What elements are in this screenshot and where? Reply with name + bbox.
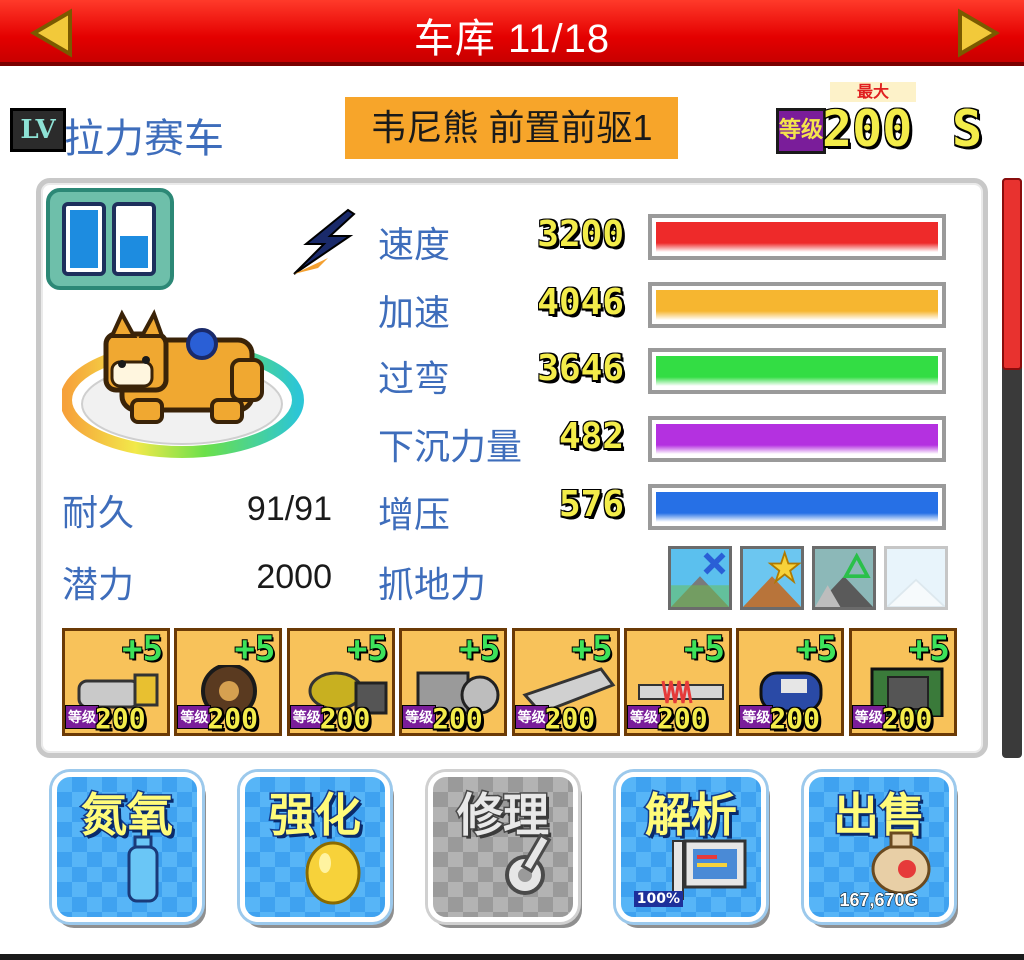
stat-label: 加速 xyxy=(378,292,451,333)
part-plus-label: +5 xyxy=(683,629,726,670)
part-plus-label: +5 xyxy=(795,629,838,670)
potential-label: 潜力 xyxy=(62,564,135,605)
part-level-tag: 等级 xyxy=(65,705,99,729)
durability-value: 91/91 xyxy=(246,490,332,528)
part-level-tag: 等级 xyxy=(851,705,886,729)
part-plus-label: +5 xyxy=(908,629,951,670)
header-bar: 车库 11/18 xyxy=(0,0,1024,66)
fuel-cell-fill xyxy=(70,210,98,268)
stat-bar xyxy=(648,282,946,328)
part-slot[interactable]: +5 等级 200 xyxy=(848,628,957,736)
golden-egg-icon xyxy=(305,841,361,905)
part-slot[interactable]: +5 等级 200 xyxy=(624,628,732,736)
upgrade-button[interactable]: 强化 xyxy=(240,772,390,922)
part-level-value: 200 xyxy=(656,701,709,735)
stat-bar-fill xyxy=(656,356,938,386)
part-plus-label: +5 xyxy=(346,629,389,670)
part-slot[interactable]: +5 等级 200 xyxy=(399,628,508,736)
bottom-divider xyxy=(0,954,1024,960)
part-slot[interactable]: +5 等级 200 xyxy=(286,628,395,736)
scrollbar-thumb[interactable] xyxy=(1002,178,1022,370)
road-no-icon xyxy=(668,546,732,610)
stat-bar-fill xyxy=(656,492,938,522)
stat-label: 速度 xyxy=(378,224,451,265)
stat-bar xyxy=(648,348,946,394)
stat-bar xyxy=(648,214,946,260)
part-level-value: 200 xyxy=(94,701,147,735)
stat-bar xyxy=(648,484,946,530)
car-type-label: 拉力赛车 xyxy=(64,117,224,161)
stat-value: 482 xyxy=(558,415,625,458)
nitro-button[interactable]: 氮氧 xyxy=(52,772,202,922)
part-plus-label: +5 xyxy=(233,629,276,670)
dirt-star-icon xyxy=(740,546,804,610)
part-level-value: 200 xyxy=(881,701,934,735)
car-level-value: 200 xyxy=(821,99,913,159)
money-bag-icon xyxy=(871,831,931,895)
part-slot[interactable]: +5 等级 200 xyxy=(511,628,620,736)
stat-value: 576 xyxy=(558,483,625,526)
level-tag: 等级 xyxy=(776,108,826,154)
stat-value: 4046 xyxy=(536,281,625,324)
part-slot[interactable]: +5 等级 200 xyxy=(62,628,170,736)
part-plus-label: +5 xyxy=(458,629,501,670)
sell-button[interactable]: 出售 167,670G xyxy=(804,772,954,922)
part-plus-label: +5 xyxy=(121,629,164,670)
repair-button[interactable]: 修理 xyxy=(428,772,578,922)
stat-label: 过弯 xyxy=(378,358,451,399)
ice-blank-icon xyxy=(884,546,948,610)
stat-value: 3646 xyxy=(536,347,625,390)
part-level-value: 200 xyxy=(544,701,597,735)
fuel-cell-fill xyxy=(120,236,148,268)
stat-bar-fill xyxy=(656,424,938,454)
bear-car-sprite-icon xyxy=(62,309,304,458)
stat-bar-fill xyxy=(656,290,938,320)
durability-label: 耐久 xyxy=(62,492,135,533)
potential-value: 2000 xyxy=(256,558,332,596)
part-slot[interactable]: +5 等级 200 xyxy=(174,628,283,736)
sell-price-label: 167,670G xyxy=(839,890,919,911)
stat-label: 增压 xyxy=(378,494,451,535)
scrollbar[interactable] xyxy=(1002,178,1022,758)
garage-title: 车库 11/18 xyxy=(413,17,611,61)
analyze-progress-label: 100% xyxy=(633,891,683,907)
fuel-cell xyxy=(62,202,106,276)
part-level-value: 200 xyxy=(206,701,259,735)
nitro-bottle-icon xyxy=(127,835,159,903)
fuel-cell xyxy=(112,202,156,276)
lightning-bolt-icon xyxy=(293,208,356,275)
car-name-label: 韦尼熊 前置前驱1 xyxy=(345,97,678,159)
part-plus-label: +5 xyxy=(571,629,614,670)
stat-bar xyxy=(648,416,946,462)
stat-value: 3200 xyxy=(536,213,625,256)
snow-road-triangle-icon xyxy=(812,546,876,610)
car-class-badge: LV xyxy=(10,108,66,152)
part-level-value: 200 xyxy=(319,701,372,735)
part-level-tag: 等级 xyxy=(627,705,661,729)
car-rank: S xyxy=(951,99,983,159)
wrench-gear-icon xyxy=(505,832,552,895)
part-level-value: 200 xyxy=(768,701,821,735)
part-slot[interactable]: +5 等级 200 xyxy=(736,628,845,736)
next-car-arrow-icon[interactable] xyxy=(954,8,1000,58)
fuel-gauge xyxy=(46,188,174,290)
part-level-tag: 等级 xyxy=(514,705,549,729)
grip-label: 抓地力 xyxy=(378,564,487,605)
part-level-tag: 等级 xyxy=(289,705,324,729)
stat-bar-fill xyxy=(656,222,938,252)
max-level-label: 最大 xyxy=(830,82,916,102)
part-level-value: 200 xyxy=(431,701,484,735)
analyze-button[interactable]: 解析 100% xyxy=(616,772,766,922)
